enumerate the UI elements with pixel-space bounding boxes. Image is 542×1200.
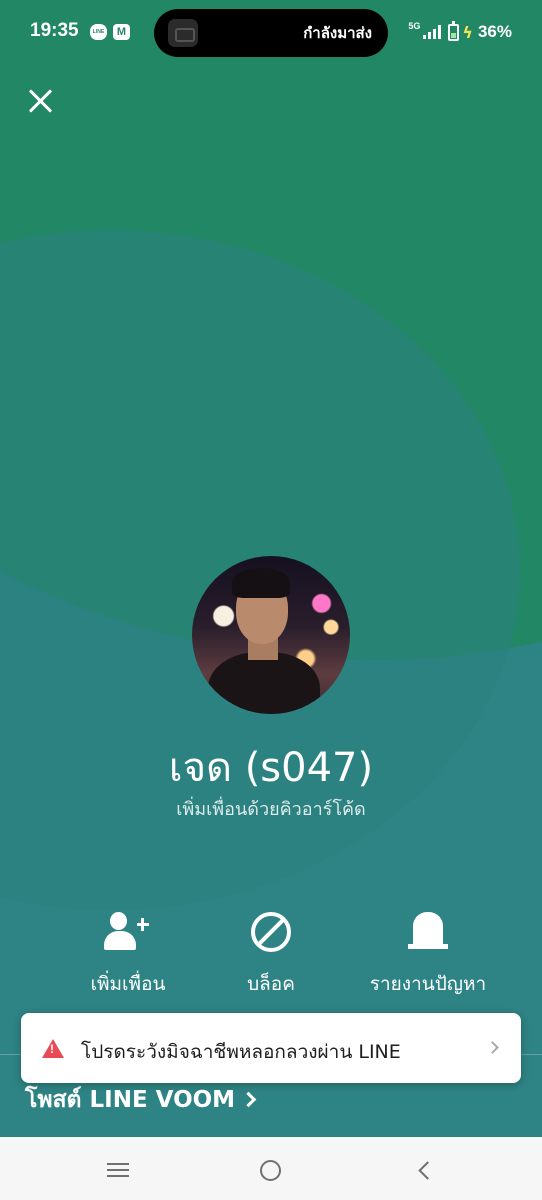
- block-button[interactable]: บล็อค: [211, 910, 331, 998]
- signal-icon: [423, 25, 442, 39]
- status-bar: 19:35 LINE M กำลังมาส่ง 5G ϟ 36%: [0, 0, 542, 64]
- line-voom-posts-link[interactable]: โพสต์ LINE VOOM: [25, 1082, 257, 1118]
- avatar-body-shape: [208, 652, 320, 714]
- delivery-thumbnail-icon: [168, 19, 198, 47]
- message-icon: M: [113, 24, 130, 40]
- charging-icon: ϟ: [462, 22, 473, 42]
- close-icon[interactable]: [26, 86, 56, 116]
- back-icon[interactable]: [418, 1161, 437, 1180]
- line-icon: LINE: [90, 24, 107, 40]
- block-label: บล็อค: [247, 973, 295, 995]
- recents-icon[interactable]: [107, 1163, 129, 1177]
- voom-label: โพสต์ LINE VOOM: [25, 1087, 236, 1113]
- add-friend-label: เพิ่มเพื่อน: [90, 973, 166, 995]
- navigation-bar: [0, 1137, 542, 1200]
- chevron-right-icon: [240, 1091, 257, 1108]
- warning-icon: [42, 1039, 64, 1058]
- add-by-qr-link[interactable]: เพิ่มเพื่อนด้วยคิวอาร์โค้ด: [0, 794, 542, 823]
- avatar-hair-shape: [232, 568, 290, 598]
- profile-name: เจด (s047): [168, 745, 374, 791]
- avatar[interactable]: [192, 556, 350, 714]
- add-friend-icon: [104, 910, 152, 954]
- add-friend-button[interactable]: เพิ่มเพื่อน: [68, 910, 188, 998]
- battery-percent: 36%: [477, 22, 512, 41]
- block-icon: [251, 910, 291, 954]
- chevron-right-icon: [486, 1041, 499, 1054]
- status-time: 19:35: [30, 20, 79, 41]
- report-label: รายงานปัญหา: [369, 973, 487, 995]
- home-icon[interactable]: [260, 1160, 281, 1181]
- network-type: 5G: [408, 21, 421, 31]
- report-button[interactable]: รายงานปัญหา: [368, 910, 488, 998]
- warning-text: โปรดระวังมิจฉาชีพหลอกลวงผ่าน LINE: [81, 1041, 401, 1063]
- dynamic-island[interactable]: กำลังมาส่ง: [154, 9, 388, 57]
- report-siren-icon: [408, 910, 448, 954]
- scam-warning-banner[interactable]: โปรดระวังมิจฉาชีพหลอกลวงผ่าน LINE: [21, 1013, 521, 1083]
- island-status-text: กำลังมาส่ง: [303, 24, 372, 42]
- status-indicators: 5G ϟ 36%: [408, 20, 512, 44]
- battery-icon: [448, 20, 460, 41]
